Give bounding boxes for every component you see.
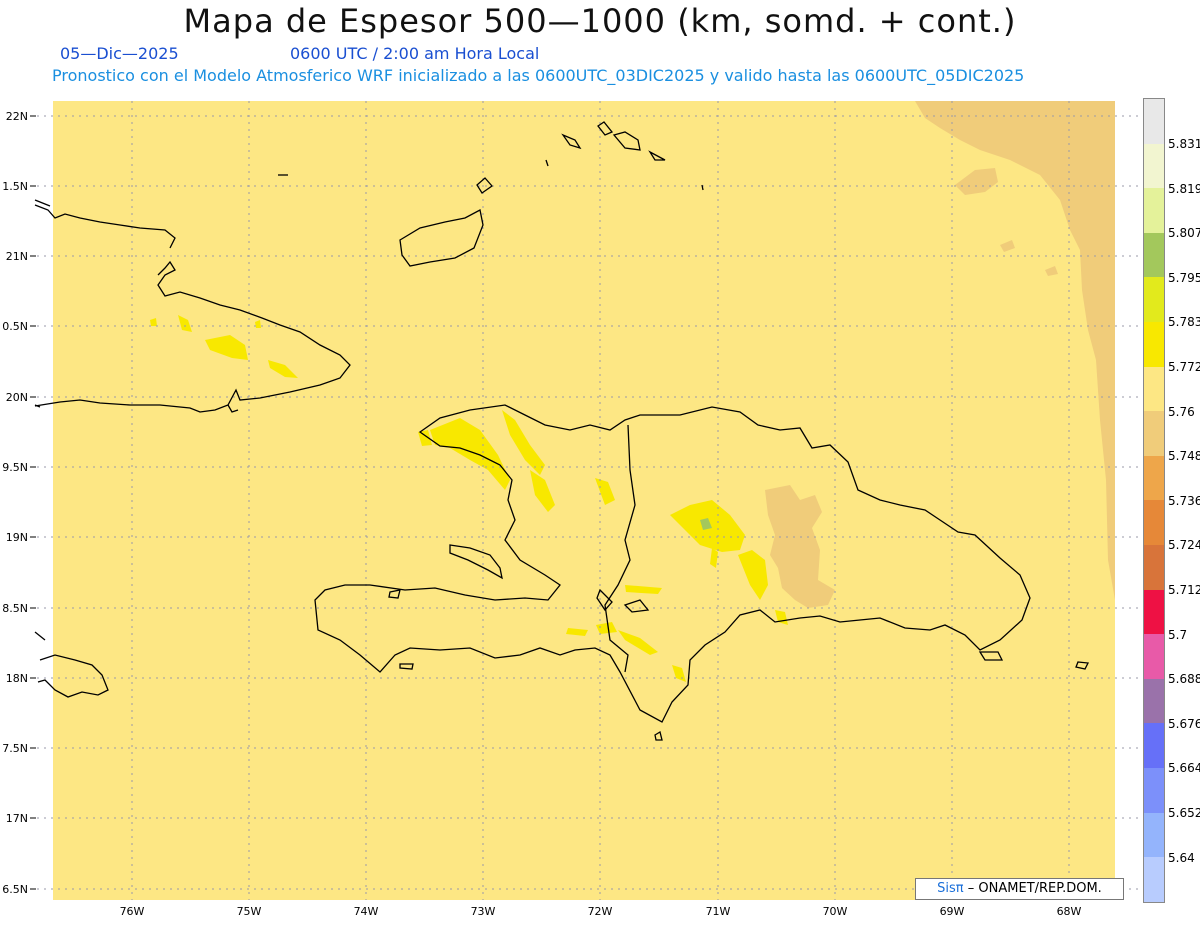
forecast-description: Pronostico con el Modelo Atmosferico WRF… bbox=[52, 66, 1025, 85]
credit-box: Sisπ – ONAMET/REP.DOM. bbox=[915, 878, 1124, 900]
colorbar-swatch bbox=[1144, 143, 1164, 189]
colorbar-swatch bbox=[1144, 634, 1164, 679]
colorbar-label: 5.64 bbox=[1168, 850, 1195, 865]
colorbar-swatch bbox=[1144, 589, 1164, 635]
colorbar-label: 5.7 bbox=[1168, 627, 1188, 642]
colorbar-swatch bbox=[1144, 277, 1164, 322]
colorbar-swatch bbox=[1144, 544, 1164, 590]
latitude-labels: 22N 1.5N 21N 0.5N 20N 9.5N 19N 8.5N 18N 7.5N 17N 6.… bbox=[2, 110, 28, 896]
forecast-time: 0600 UTC / 2:00 am Hora Local bbox=[290, 44, 540, 63]
colorbar-label: 5.664 bbox=[1168, 761, 1200, 776]
lat-label: 17N bbox=[6, 812, 28, 825]
lon-label: 71W bbox=[706, 905, 731, 915]
plot-area bbox=[53, 101, 1115, 900]
lon-label: 76W bbox=[120, 905, 145, 915]
lat-label: 1.5N bbox=[2, 180, 28, 193]
colorbar-swatch bbox=[1144, 99, 1164, 144]
colorbar-label: 5.807 bbox=[1168, 226, 1200, 241]
colorbar-swatch bbox=[1144, 321, 1164, 367]
lon-label: 68W bbox=[1057, 905, 1082, 915]
lat-label: 22N bbox=[6, 110, 28, 123]
colorbar-swatch bbox=[1144, 455, 1164, 501]
colorbar-label: 5.772 bbox=[1168, 360, 1200, 374]
colorbar-label: 5.831 bbox=[1168, 137, 1200, 151]
lon-label: 74W bbox=[354, 905, 379, 915]
colorbar-swatch bbox=[1144, 857, 1164, 902]
lat-label: 8.5N bbox=[2, 602, 28, 615]
colorbar-label: 5.819 bbox=[1168, 181, 1200, 196]
lat-label: 19N bbox=[6, 531, 28, 544]
colorbar-label: 5.736 bbox=[1168, 493, 1200, 508]
lat-label: 0.5N bbox=[2, 320, 28, 333]
colorbar-label: 5.783 bbox=[1168, 315, 1200, 330]
colorbar-label: 5.795 bbox=[1168, 270, 1200, 285]
colorbar-label: 5.748 bbox=[1168, 449, 1200, 464]
colorbar-swatch bbox=[1144, 188, 1164, 233]
credit-brand: Sisπ bbox=[937, 881, 964, 896]
colorbar bbox=[1143, 98, 1165, 903]
lon-label: 72W bbox=[588, 905, 613, 915]
colorbar-label: 5.652 bbox=[1168, 806, 1200, 820]
lat-label: 7.5N bbox=[2, 742, 28, 755]
lat-label: 21N bbox=[6, 250, 28, 263]
colorbar-label: 5.712 bbox=[1168, 583, 1200, 597]
lat-label: 6.5N bbox=[2, 883, 28, 896]
colorbar-label: 5.676 bbox=[1168, 716, 1200, 731]
colorbar-swatch bbox=[1144, 232, 1164, 278]
colorbar-label: 5.76 bbox=[1168, 404, 1195, 419]
forecast-date: 05—Dic—2025 bbox=[60, 44, 179, 63]
map-title: Mapa de Espesor 500—1000 (km, somd. + co… bbox=[183, 2, 1017, 40]
colorbar-label: 5.688 bbox=[1168, 672, 1200, 687]
colorbar-swatch bbox=[1144, 678, 1164, 724]
lat-label: 20N bbox=[6, 391, 28, 404]
lon-label: 75W bbox=[237, 905, 262, 915]
colorbar-swatch bbox=[1144, 411, 1164, 456]
lon-label: 69W bbox=[940, 905, 965, 915]
lat-ticks bbox=[30, 115, 36, 890]
thickness-map: 22N 1.5N 21N 0.5N 20N 9.5N 19N 8.5N 18N 7.5N 17N 6.… bbox=[2, 101, 1140, 915]
longitude-labels: 76W 75W 74W 73W 72W 71W 70W 69W 68W bbox=[120, 905, 1082, 915]
lon-label: 73W bbox=[471, 905, 496, 915]
lat-label: 9.5N bbox=[2, 461, 28, 474]
colorbar-swatch bbox=[1144, 767, 1164, 813]
colorbar-swatch bbox=[1144, 366, 1164, 412]
lon-label: 70W bbox=[823, 905, 848, 915]
colorbar-swatch bbox=[1144, 723, 1164, 768]
colorbar-swatch bbox=[1144, 812, 1164, 858]
lat-label: 18N bbox=[6, 672, 28, 685]
colorbar-swatch bbox=[1144, 500, 1164, 545]
colorbar-label: 5.724 bbox=[1168, 538, 1200, 553]
credit-text: – ONAMET/REP.DOM. bbox=[967, 881, 1102, 896]
